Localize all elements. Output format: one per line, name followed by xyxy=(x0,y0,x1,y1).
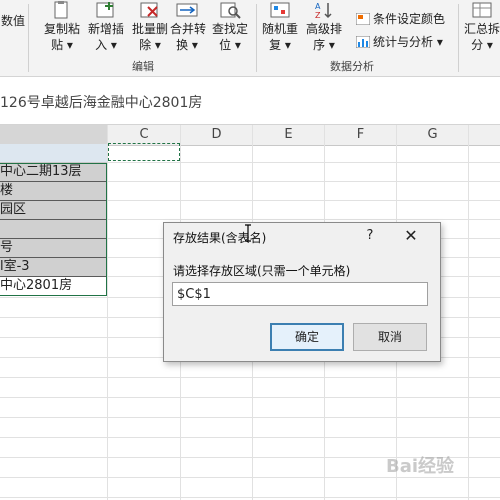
random-repeat-button[interactable]: 随机重 复 ▾ xyxy=(258,0,302,58)
ribbon-partial-label: 数值 xyxy=(0,14,25,28)
ribbon: 数值 复制粘 贴 ▾ 新增插 入 ▾ 批量删 除 ▾ 合并转 换 ▾ 查找定 位… xyxy=(0,0,500,77)
random-icon xyxy=(270,2,290,18)
summary-split-label-2: 分 ▾ xyxy=(471,38,493,52)
ribbon-separator xyxy=(28,4,29,72)
merge-icon xyxy=(176,3,198,17)
insert-label-2: 入 ▾ xyxy=(95,38,117,52)
close-icon[interactable]: ✕ xyxy=(402,227,420,245)
summary-split-label: 汇总拆 xyxy=(463,22,500,36)
grid-line xyxy=(0,497,500,498)
random-repeat-label: 随机重 xyxy=(261,22,298,36)
cancel-button[interactable]: 取消 xyxy=(353,323,427,351)
selection-border xyxy=(0,163,107,296)
insert-icon xyxy=(96,2,114,18)
batch-delete-label-2: 除 ▾ xyxy=(139,38,161,52)
help-button[interactable]: ? xyxy=(361,227,379,245)
grid-line xyxy=(0,397,500,398)
copy-marquee xyxy=(108,143,180,161)
ribbon-partial-button[interactable]: 数值 xyxy=(0,0,26,58)
find-locate-label-2: 位 ▾ xyxy=(219,38,241,52)
copy-paste-label: 复制粘 xyxy=(43,22,80,36)
statistics-analysis-label: 统计与分析 ▾ xyxy=(373,35,443,49)
dialog-title: 存放结果(含表名) xyxy=(173,231,267,245)
grid-line xyxy=(0,377,500,378)
condition-color-label: 条件设定颜色 xyxy=(373,12,446,26)
condition-color-icon xyxy=(356,13,370,25)
advanced-sort-label-2: 序 ▾ xyxy=(313,38,335,52)
group-label-edit: 编辑 xyxy=(132,60,154,73)
merge-convert-button[interactable]: 合并转 换 ▾ xyxy=(170,0,207,58)
batch-delete-button[interactable]: 批量删 除 ▾ xyxy=(128,0,172,58)
svg-text:A: A xyxy=(315,2,321,11)
statistics-analysis-button[interactable]: 统计与分析 ▾ xyxy=(356,33,443,51)
watermark: Bai经验 xyxy=(386,456,455,477)
column-header-f[interactable]: F xyxy=(325,125,396,146)
delete-icon xyxy=(140,2,158,18)
range-input[interactable]: $C$1 xyxy=(172,282,428,306)
locate-icon xyxy=(220,2,241,19)
summary-split-button[interactable]: 汇总拆 分 ▾ xyxy=(462,0,500,58)
merge-convert-label: 合并转 xyxy=(170,22,207,36)
formula-bar[interactable]: 126号卓越后海金融中心2801房 xyxy=(0,77,500,125)
cell-a1[interactable] xyxy=(0,144,107,163)
dialog-prompt: 请选择存放区域(只需一个单元格) xyxy=(173,264,351,278)
statistics-icon xyxy=(356,36,370,48)
copy-paste-label-2: 贴 ▾ xyxy=(51,38,73,52)
condition-color-button[interactable]: 条件设定颜色 xyxy=(356,10,445,28)
find-locate-button[interactable]: 查找定 位 ▾ xyxy=(208,0,252,58)
sort-icon: AZ xyxy=(315,2,332,19)
advanced-sort-button[interactable]: AZ 高级排 序 ▾ xyxy=(302,0,346,58)
copy-paste-button[interactable]: 复制粘 贴 ▾ xyxy=(40,0,84,58)
summary-icon xyxy=(472,2,492,18)
column-header-g[interactable]: G xyxy=(397,125,468,146)
paste-icon xyxy=(54,1,68,19)
column-header-e[interactable]: E xyxy=(253,125,324,146)
advanced-sort-label: 高级排 xyxy=(305,22,342,36)
column-header-d[interactable]: D xyxy=(181,125,252,146)
svg-text:Z: Z xyxy=(315,11,321,19)
column-header-next[interactable] xyxy=(469,125,500,146)
formula-bar-content: 126号卓越后海金融中心2801房 xyxy=(0,95,203,111)
find-locate-label: 查找定 xyxy=(211,22,248,36)
text-cursor-icon xyxy=(245,224,251,242)
grid-line xyxy=(0,417,500,418)
group-label-data-analysis: 数据分析 xyxy=(330,60,374,73)
ribbon-separator xyxy=(458,4,459,72)
random-repeat-label-2: 复 ▾ xyxy=(269,38,291,52)
insert-label: 新增插 xyxy=(87,22,124,36)
ribbon-separator xyxy=(256,4,257,72)
batch-delete-label: 批量删 xyxy=(131,22,168,36)
ok-button[interactable]: 确定 xyxy=(270,323,344,351)
insert-button[interactable]: 新增插 入 ▾ xyxy=(84,0,128,58)
store-result-dialog: 存放结果(含表名) ? ✕ 请选择存放区域(只需一个单元格) $C$1 确定 取… xyxy=(163,222,441,362)
merge-convert-label-2: 换 ▾ xyxy=(176,38,198,52)
grid-line xyxy=(0,437,500,438)
